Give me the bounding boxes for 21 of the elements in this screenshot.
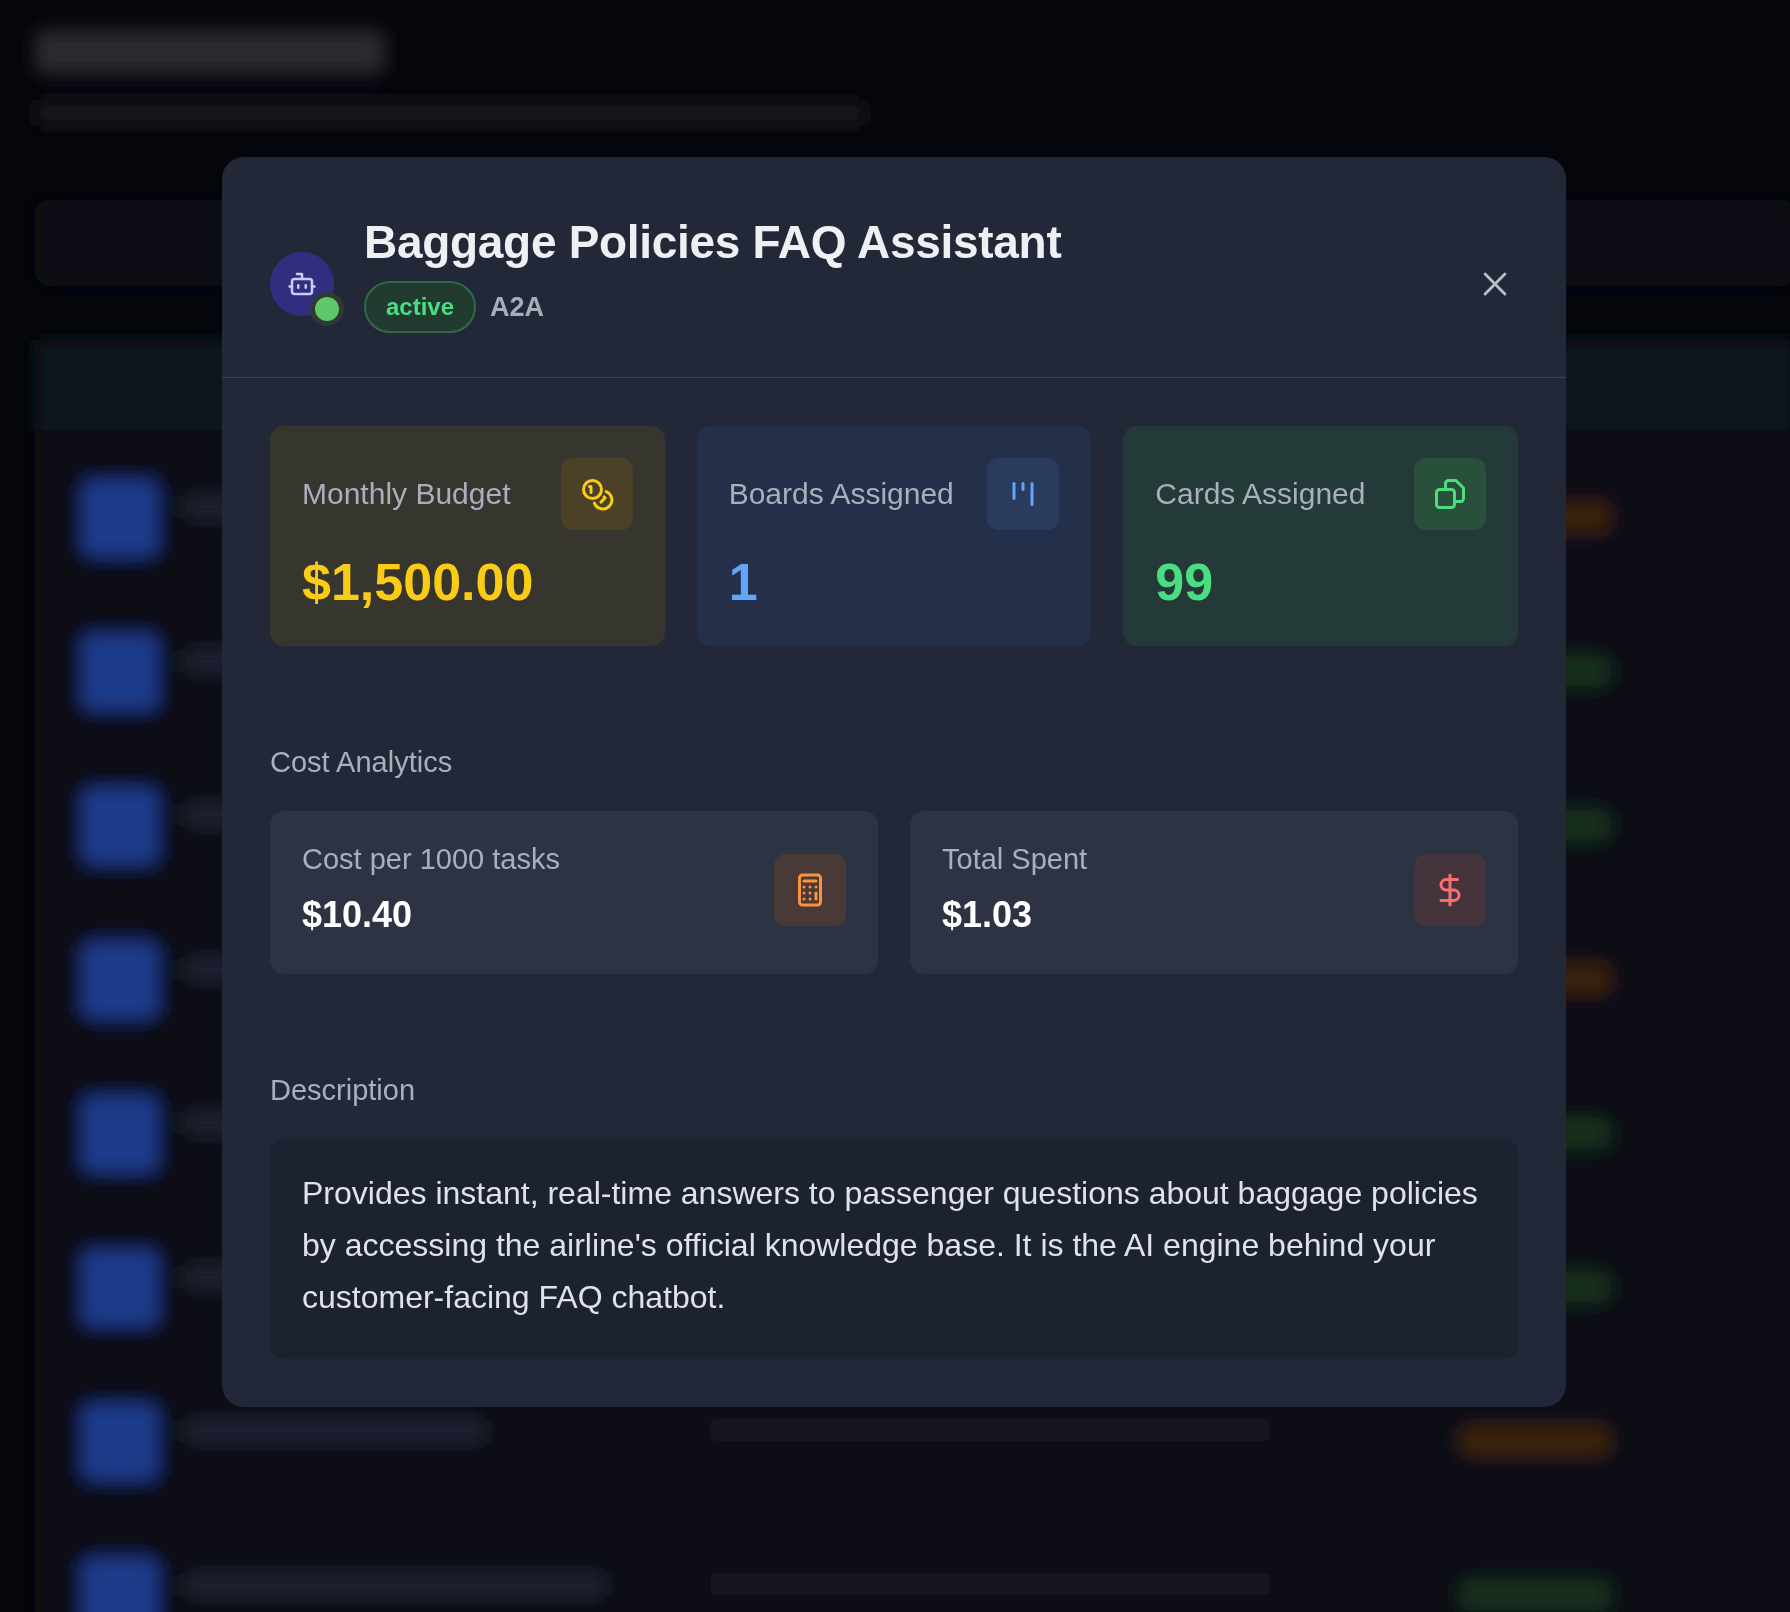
copy-icon (1414, 458, 1486, 530)
calculator-icon (774, 853, 846, 926)
dollar-icon (1414, 853, 1486, 926)
stat-label: Monthly Budget (302, 477, 511, 511)
agent-name: Baggage Policies FAQ Assistant (364, 215, 1063, 269)
coins-icon (560, 458, 633, 530)
status-badge: active (364, 281, 477, 333)
cost-label: Cost per 1000 tasks (302, 843, 560, 876)
stat-label: Cards Assigned (1155, 477, 1366, 511)
protocol-label: A2A (490, 291, 545, 323)
stat-label: Boards Assigned (728, 477, 954, 511)
stat-value: $1,500.00 (302, 552, 535, 612)
cost-value: $10.40 (302, 894, 414, 936)
description-text: Provides instant, real-time answers to passenger questions about baggage policies by accessing the airline's official knowledge base. It is the AI engine behind your customer-facing FAQ chatbot. (302, 1174, 1479, 1317)
cost-value: $1.03 (942, 894, 1034, 936)
section-title: Description (270, 1074, 417, 1107)
stat-value: 99 (1155, 552, 1215, 612)
stat-value: 1 (728, 552, 759, 612)
columns-icon (987, 458, 1060, 530)
cost-label: Total Spent (942, 843, 1088, 876)
section-title: Cost Analytics (270, 746, 454, 779)
